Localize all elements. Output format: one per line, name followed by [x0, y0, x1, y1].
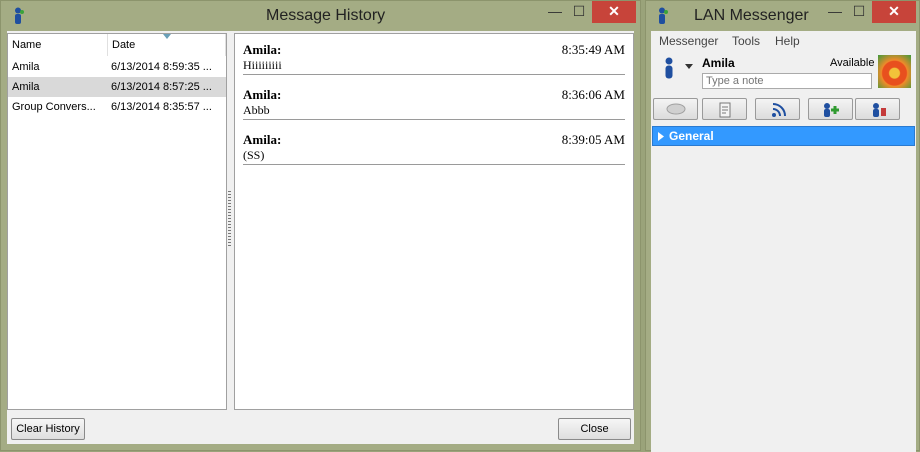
- user-name: Amila: [702, 56, 735, 70]
- message-divider: [243, 74, 625, 75]
- menu-help[interactable]: Help: [775, 34, 800, 48]
- conversation-row[interactable]: Group Convers... 6/13/2014 8:35:57 ...: [8, 97, 226, 117]
- message-divider: [243, 119, 625, 120]
- conversation-date: 6/13/2014 8:35:57 ...: [111, 101, 212, 113]
- conversation-row[interactable]: Amila 6/13/2014 8:57:25 ...: [8, 77, 226, 97]
- lan-messenger-client: Messenger Tools Help Amila Available Typ…: [651, 31, 916, 452]
- message-text: Hiiiiiiiii: [243, 58, 282, 72]
- close-button[interactable]: Close: [558, 418, 631, 440]
- clear-history-button[interactable]: Clear History: [11, 418, 85, 440]
- column-header-name[interactable]: Name: [8, 34, 108, 56]
- add-user-icon: [824, 103, 839, 117]
- message-view: Amila: 8:35:49 AM Hiiiiiiiii Amila: 8:36:06 …: [234, 33, 634, 410]
- message-time: 8:39:05 AM: [561, 132, 625, 147]
- group-label: General: [669, 129, 714, 143]
- conversation-name: Amila: [12, 81, 40, 93]
- contact-list[interactable]: General: [652, 124, 916, 452]
- group-general[interactable]: General: [652, 126, 915, 146]
- menu-messenger[interactable]: Messenger: [659, 34, 718, 48]
- lan-messenger-title: LAN Messenger: [694, 7, 809, 24]
- lm-maximize-button[interactable]: ☐: [845, 1, 873, 23]
- conversation-list[interactable]: Name Date Amila 6/13/2014 8:59:35 ... Amil…: [7, 33, 227, 410]
- message-time: 8:36:06 AM: [561, 87, 625, 102]
- users-settings-icon: [873, 103, 886, 117]
- status-dropdown-icon[interactable]: [685, 64, 693, 69]
- lan-messenger-app-icon: [659, 7, 668, 24]
- close-window-button[interactable]: ✕: [592, 1, 636, 23]
- message-history-titlebar[interactable]: Message History — ☐ ✕: [1, 1, 640, 31]
- tools-button[interactable]: [855, 98, 900, 120]
- message-sender: Amila:: [243, 87, 282, 102]
- lan-messenger-window: LAN Messenger — ☐ ✕ Messenger Tools Help…: [645, 0, 920, 452]
- message-divider: [243, 164, 625, 165]
- broadcast-icon: [772, 103, 786, 117]
- broadcast-button[interactable]: [755, 98, 800, 120]
- chat-button[interactable]: [653, 98, 698, 120]
- lm-close-button[interactable]: ✕: [872, 1, 916, 23]
- add-contact-button[interactable]: [808, 98, 853, 120]
- message-sender: Amila:: [243, 42, 282, 57]
- user-avatar[interactable]: [878, 55, 911, 88]
- lan-messenger-titlebar[interactable]: LAN Messenger — ☐ ✕: [646, 1, 919, 31]
- message-history-window: Message History — ☐ ✕ Name Date Amila 6/1…: [0, 0, 641, 451]
- menu-bar: Messenger Tools Help: [651, 31, 916, 51]
- conversation-date: 6/13/2014 8:59:35 ...: [111, 61, 212, 73]
- send-file-button[interactable]: [702, 98, 747, 120]
- user-status-icon[interactable]: [663, 57, 675, 79]
- splitter-handle[interactable]: [228, 191, 231, 246]
- conversation-name: Group Convers...: [12, 101, 96, 113]
- expand-arrow-icon[interactable]: [658, 132, 664, 141]
- toolbar: [653, 98, 915, 120]
- message-text: (SS): [243, 148, 265, 162]
- lan-messenger-app-icon: [15, 7, 24, 24]
- conversation-name: Amila: [12, 61, 40, 73]
- window-title: Message History: [266, 7, 386, 24]
- message-history-client: Name Date Amila 6/13/2014 8:59:35 ... Amil…: [7, 31, 634, 444]
- message-sender: Amila:: [243, 132, 282, 147]
- maximize-button[interactable]: ☐: [565, 1, 593, 23]
- user-status-label: Available: [830, 57, 875, 69]
- chat-bubble-icon: [666, 103, 686, 115]
- conversation-date: 6/13/2014 8:57:25 ...: [111, 81, 212, 93]
- conversation-row[interactable]: Amila 6/13/2014 8:59:35 ...: [8, 57, 226, 77]
- file-icon: [719, 102, 731, 118]
- sort-arrow-icon: [163, 34, 171, 39]
- menu-tools[interactable]: Tools: [732, 34, 760, 48]
- message-text: Abbb: [243, 103, 270, 117]
- message-time: 8:35:49 AM: [561, 42, 625, 57]
- note-input[interactable]: [702, 73, 872, 89]
